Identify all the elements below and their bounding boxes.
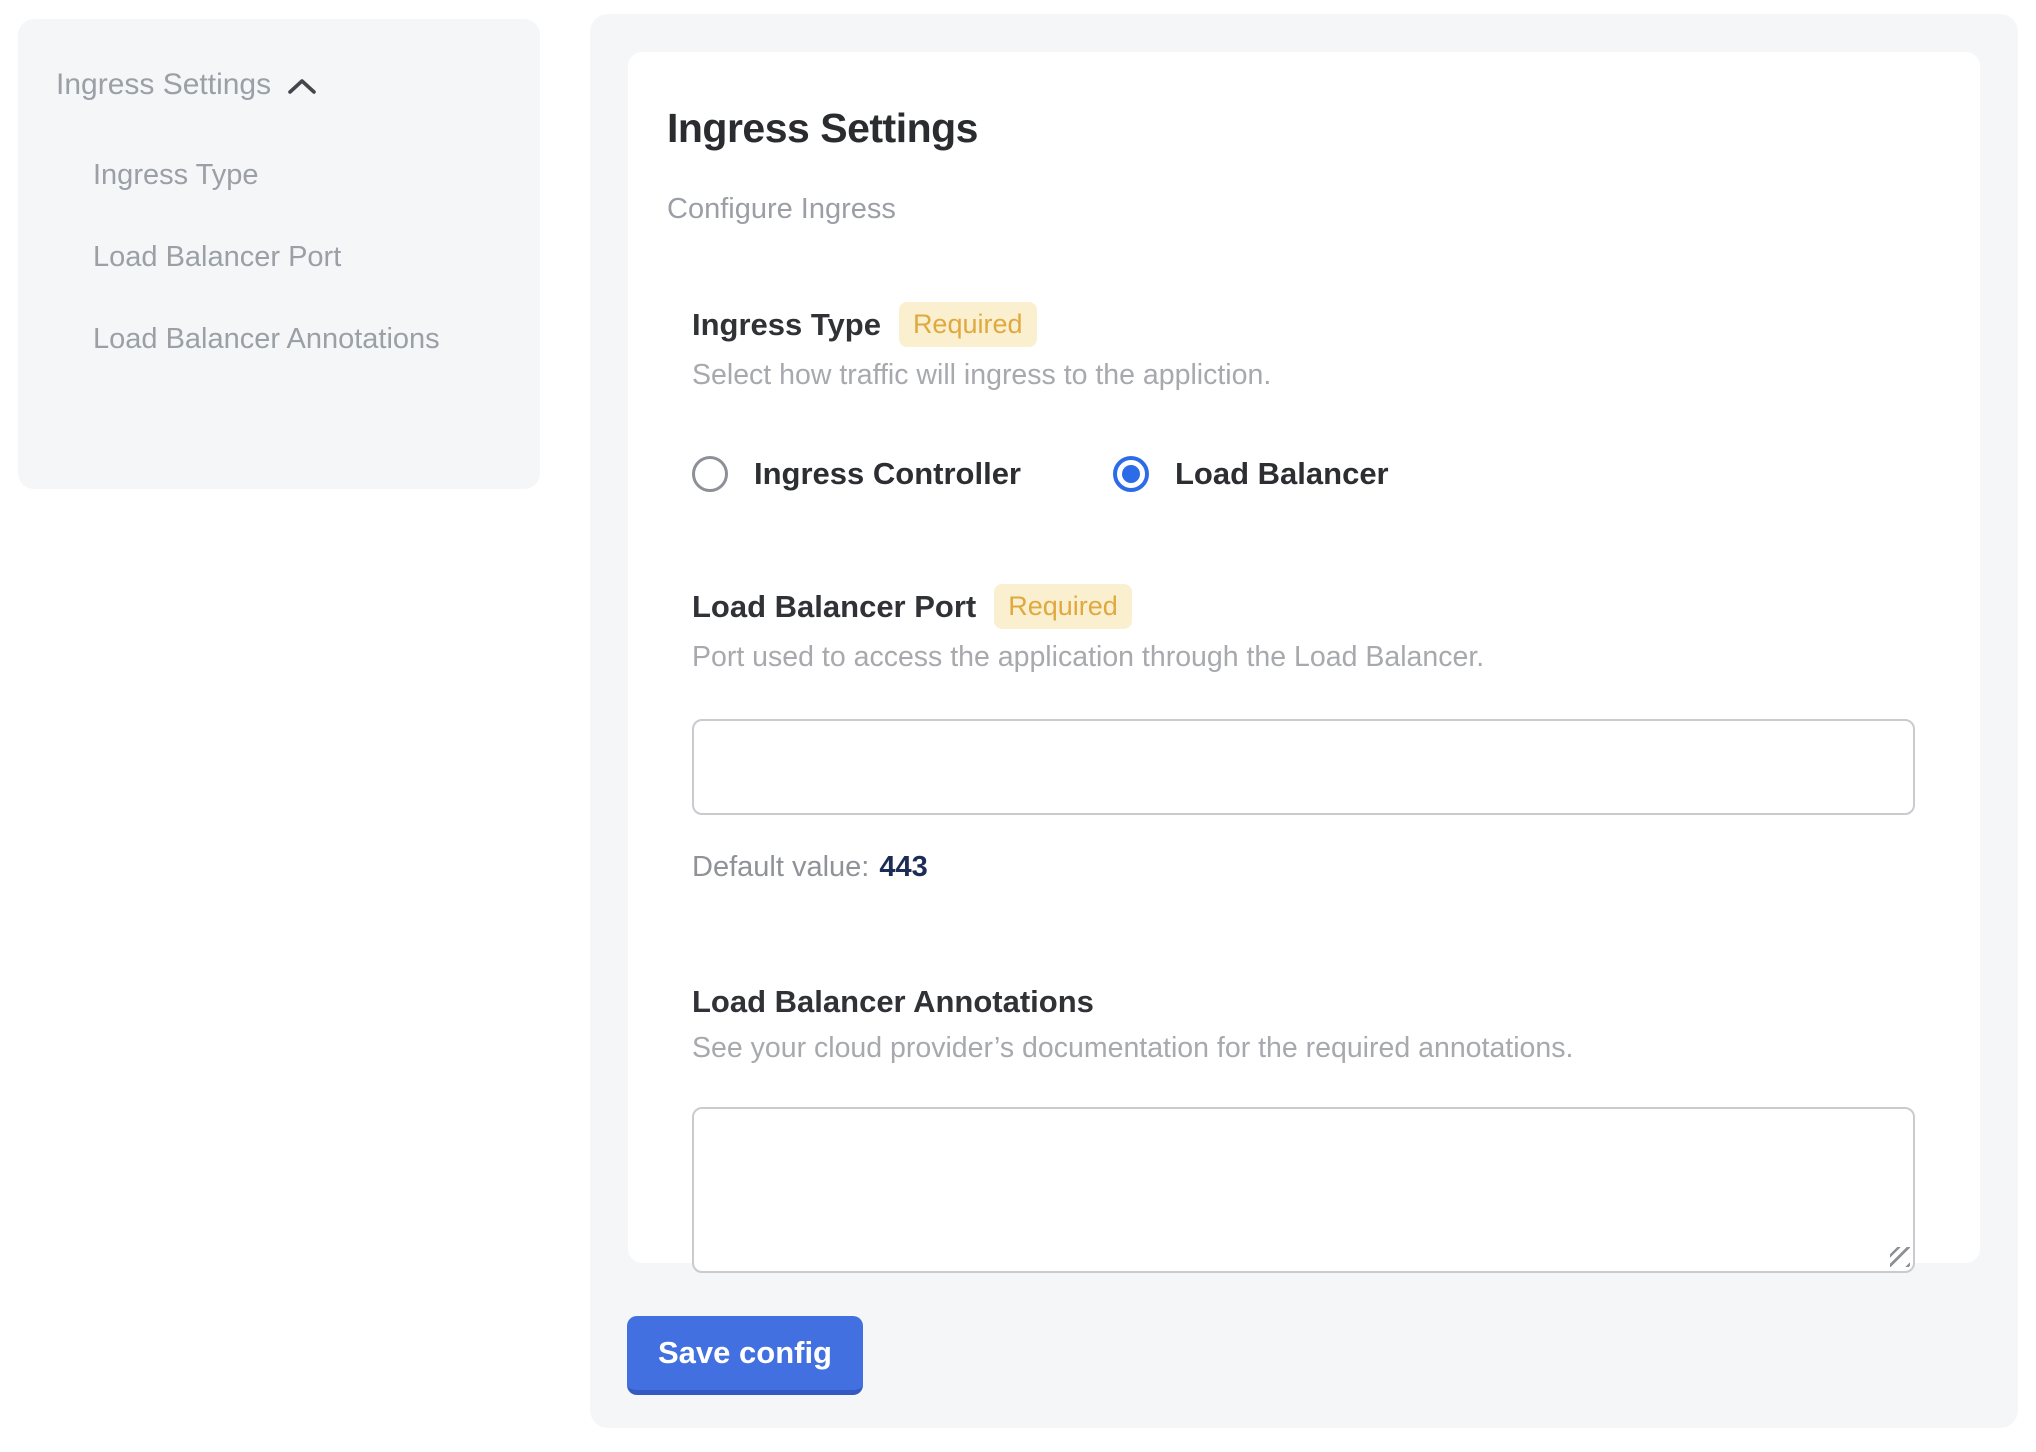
load-balancer-annotations-label: Load Balancer Annotations [692,984,1094,1020]
section-load-balancer-port: Load Balancer Port Required Port used to… [692,584,1920,884]
ingress-settings-card: Ingress Settings Configure Ingress Ingre… [628,52,1980,1263]
section-ingress-type: Ingress Type Required Select how traffic… [692,302,1920,492]
sidebar-group-label: Ingress Settings [56,65,271,105]
page-title: Ingress Settings [667,104,1920,153]
radio-option-load-balancer[interactable]: Load Balancer [1113,456,1389,492]
ingress-form: Ingress Type Required Select how traffic… [692,302,1920,1273]
main-panel: Ingress Settings Configure Ingress Ingre… [590,14,2018,1428]
radio-label-ingress-controller: Ingress Controller [754,456,1021,492]
annotations-textarea-wrap [692,1107,1915,1273]
load-balancer-annotations-description: See your cloud provider’s documentation … [692,1032,1920,1065]
sidebar-item-load-balancer-port[interactable]: Load Balancer Port [93,229,493,285]
radio-label-load-balancer: Load Balancer [1175,456,1389,492]
save-config-button[interactable]: Save config [627,1316,863,1395]
chevron-up-icon [287,77,317,97]
required-badge: Required [994,584,1132,629]
load-balancer-port-input[interactable] [692,719,1915,815]
page-subtitle: Configure Ingress [667,193,1920,226]
default-value-line: Default value: 443 [692,851,1920,884]
load-balancer-port-description: Port used to access the application thro… [692,641,1920,674]
ingress-type-label: Ingress Type [692,307,881,343]
default-value-label: Default value: [692,851,869,883]
sidebar-nav: Ingress Type Load Balancer Port Load Bal… [93,147,512,367]
ingress-type-description: Select how traffic will ingress to the a… [692,359,1920,392]
load-balancer-port-label: Load Balancer Port [692,589,976,625]
sidebar-group-ingress-settings[interactable]: Ingress Settings [56,65,512,105]
default-value-number: 443 [879,851,927,883]
ingress-type-options: Ingress Controller Load Balancer [692,456,1920,492]
section-load-balancer-annotations: Load Balancer Annotations See your cloud… [692,984,1920,1273]
radio-icon-selected[interactable] [1113,456,1149,492]
sidebar-item-ingress-type[interactable]: Ingress Type [93,147,493,203]
settings-sidebar: Ingress Settings Ingress Type Load Balan… [18,19,540,489]
radio-icon-unselected[interactable] [692,456,728,492]
required-badge: Required [899,302,1037,347]
radio-option-ingress-controller[interactable]: Ingress Controller [692,456,1021,492]
sidebar-item-load-balancer-annotations[interactable]: Load Balancer Annotations [93,311,493,367]
load-balancer-annotations-textarea[interactable] [692,1107,1915,1273]
